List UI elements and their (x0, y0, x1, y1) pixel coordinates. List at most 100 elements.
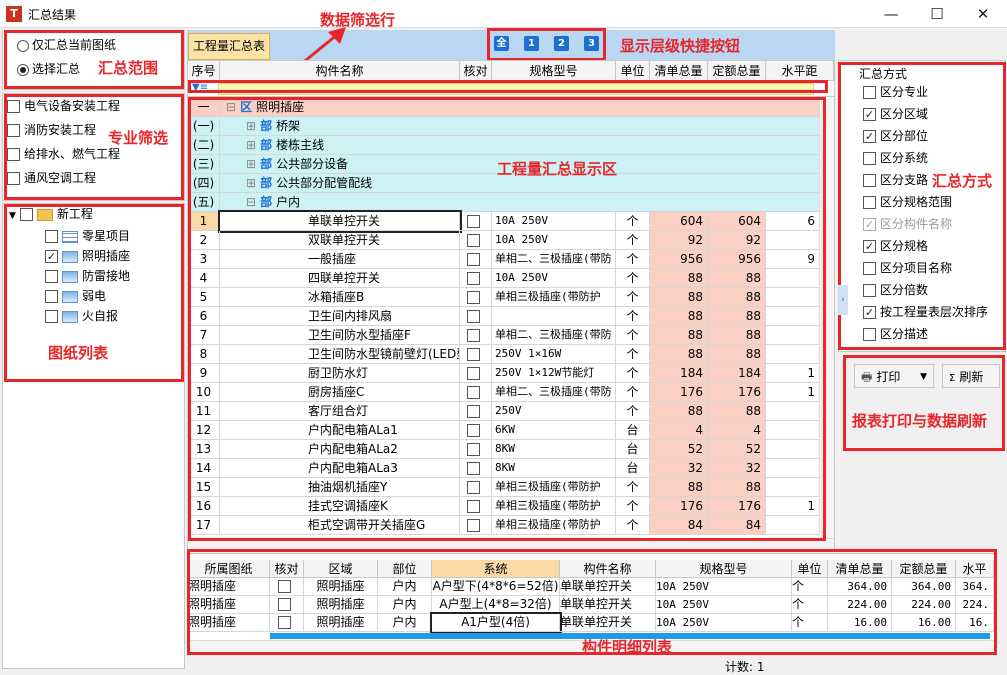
check-cell[interactable] (460, 383, 492, 402)
tree-item[interactable]: ✓ 照明插座 (45, 246, 130, 266)
table-row[interactable]: 13 户内配电箱ALa2 8KW 台 52 52 (188, 440, 820, 459)
checkbox[interactable]: ✓ (863, 108, 876, 121)
column-header[interactable]: 单位 (616, 61, 650, 81)
detail-row[interactable]: 照明插座 照明插座 户内 A户型上(4*8=32倍) 单联单控开关 10A 250V 个 22… (188, 596, 994, 614)
column-header[interactable]: 规格型号 (492, 61, 616, 81)
column-header[interactable]: 构件名称 (560, 560, 656, 578)
checkbox[interactable] (467, 386, 480, 399)
checkbox[interactable] (467, 367, 480, 380)
horizontal-scrollbar[interactable] (188, 538, 834, 549)
checkbox[interactable] (45, 270, 58, 283)
mode-option[interactable]: 区分系统 (863, 147, 988, 169)
checkbox[interactable] (7, 124, 20, 137)
expand-icon[interactable]: ⊞ (246, 157, 256, 171)
table-row[interactable]: 11 客厅组合灯 250V 个 88 88 (188, 402, 820, 421)
checkbox[interactable] (467, 253, 480, 266)
checkbox[interactable] (467, 481, 480, 494)
table-row[interactable]: 2 双联单控开关 10A 250V 个 92 92 (188, 231, 820, 250)
mode-option[interactable]: 区分项目名称 (863, 257, 988, 279)
specialty-item[interactable]: 通风空调工程 (7, 166, 120, 190)
checkbox[interactable] (467, 329, 480, 342)
level-1-button[interactable]: 1 (524, 36, 539, 51)
tree-item[interactable]: 火自报 (45, 306, 130, 326)
close-button[interactable]: ✕ (960, 0, 1006, 28)
minimize-button[interactable]: — (868, 0, 914, 28)
column-header[interactable]: 规格型号 (656, 560, 792, 578)
level-3-button[interactable]: 3 (584, 36, 599, 51)
checkbox[interactable] (278, 616, 291, 629)
maximize-button[interactable]: ☐ (914, 0, 960, 28)
checkbox[interactable] (45, 230, 58, 243)
level-2-button[interactable]: 2 (554, 36, 569, 51)
check-cell[interactable] (460, 402, 492, 421)
check-cell[interactable] (460, 212, 492, 231)
radio-select-summary[interactable]: 选择汇总 (17, 57, 80, 81)
filter-row[interactable]: ▼≡ (188, 81, 834, 97)
mode-option[interactable]: ✓ 区分区域 (863, 103, 988, 125)
checkbox[interactable] (863, 152, 876, 165)
group-row[interactable]: (五) ⊟ 部户内 (188, 193, 820, 212)
tab-summary[interactable]: 工程量汇总表 (188, 33, 270, 60)
detail-row[interactable]: 照明插座 照明插座 户内 A户型下(4*8*6=52倍) 单联单控开关 10A 250V 个… (188, 578, 994, 596)
column-header[interactable]: 部位 (378, 560, 432, 578)
group-row[interactable]: (一) ⊞ 部桥架 (188, 117, 820, 136)
tree-root[interactable]: ▼ 新工程 (9, 204, 93, 224)
table-row[interactable]: 16 挂式空调插座K 单相三极插座(带防护个 176 176 1 (188, 497, 820, 516)
checkbox[interactable] (467, 215, 480, 228)
mode-option[interactable]: 区分倍数 (863, 279, 988, 301)
check-cell[interactable] (460, 307, 492, 326)
column-header[interactable]: 水平 (956, 560, 994, 578)
specialty-item[interactable]: 消防安装工程 (7, 118, 120, 142)
table-row[interactable]: 1 单联单控开关 10A 250V 个 604 604 6 (188, 210, 820, 233)
table-row[interactable]: 4 四联单控开关 10A 250V 个 88 88 (188, 269, 820, 288)
column-header[interactable]: 核对 (270, 560, 304, 578)
group-row[interactable]: (二) ⊞ 部楼栋主线 (188, 136, 820, 155)
filter-input[interactable] (218, 83, 814, 95)
expand-icon[interactable]: ⊞ (246, 138, 256, 152)
check-cell[interactable] (460, 269, 492, 288)
check-cell[interactable] (460, 288, 492, 307)
checkbox[interactable] (863, 174, 876, 187)
check-cell[interactable] (460, 231, 492, 250)
table-row[interactable]: 8 卫生间防水型镜前壁灯(LED型) 250V 1×16W 个 88 88 (188, 345, 820, 364)
table-row[interactable]: 6 卫生间内排风扇个 88 88 (188, 307, 820, 326)
checkbox[interactable] (7, 172, 20, 185)
column-header[interactable]: 定额总量 (892, 560, 956, 578)
checkbox[interactable]: ✓ (863, 306, 876, 319)
checkbox[interactable] (278, 580, 291, 593)
column-header[interactable]: 核对 (460, 61, 492, 81)
checkbox[interactable] (467, 310, 480, 323)
detail-cell[interactable] (270, 578, 304, 596)
check-cell[interactable] (460, 345, 492, 364)
table-row[interactable]: 10 厨房插座C 单相二、三极插座(带防个 176 176 1 (188, 383, 820, 402)
checkbox[interactable] (467, 291, 480, 304)
checkbox[interactable] (467, 424, 480, 437)
mode-option[interactable]: 区分规格范围 (863, 191, 988, 213)
table-row[interactable]: 17 柜式空调带开关插座G 单相三极插座(带防护个 84 84 (188, 516, 820, 535)
checkbox[interactable] (467, 443, 480, 456)
checkbox[interactable] (863, 196, 876, 209)
detail-cell[interactable] (270, 614, 304, 632)
column-header[interactable]: 系统 (432, 560, 560, 578)
collapse-icon[interactable]: ▼ (9, 211, 16, 221)
column-header[interactable]: 水平距 (766, 61, 834, 81)
vertical-scrollbar[interactable] (821, 98, 834, 538)
checkbox[interactable] (467, 462, 480, 475)
checkbox[interactable] (863, 328, 876, 341)
checkbox[interactable] (467, 405, 480, 418)
check-cell[interactable] (460, 478, 492, 497)
check-cell[interactable] (460, 250, 492, 269)
radio-current-drawing[interactable]: 仅汇总当前图纸 (17, 33, 116, 57)
check-cell[interactable] (460, 516, 492, 535)
checkbox[interactable] (863, 262, 876, 275)
checkbox[interactable] (7, 148, 20, 161)
checkbox[interactable] (45, 290, 58, 303)
expand-icon[interactable]: ⊟ (246, 195, 256, 209)
table-row[interactable]: 12 户内配电箱ALa1 6KW 台 4 4 (188, 421, 820, 440)
checkbox[interactable]: ✓ (45, 250, 58, 263)
column-header[interactable]: 清单总量 (828, 560, 892, 578)
group-row[interactable]: 一 ⊟ 区照明插座 (188, 98, 820, 117)
checkbox[interactable] (863, 284, 876, 297)
column-header[interactable]: 定额总量 (708, 61, 766, 81)
checkbox[interactable] (863, 86, 876, 99)
